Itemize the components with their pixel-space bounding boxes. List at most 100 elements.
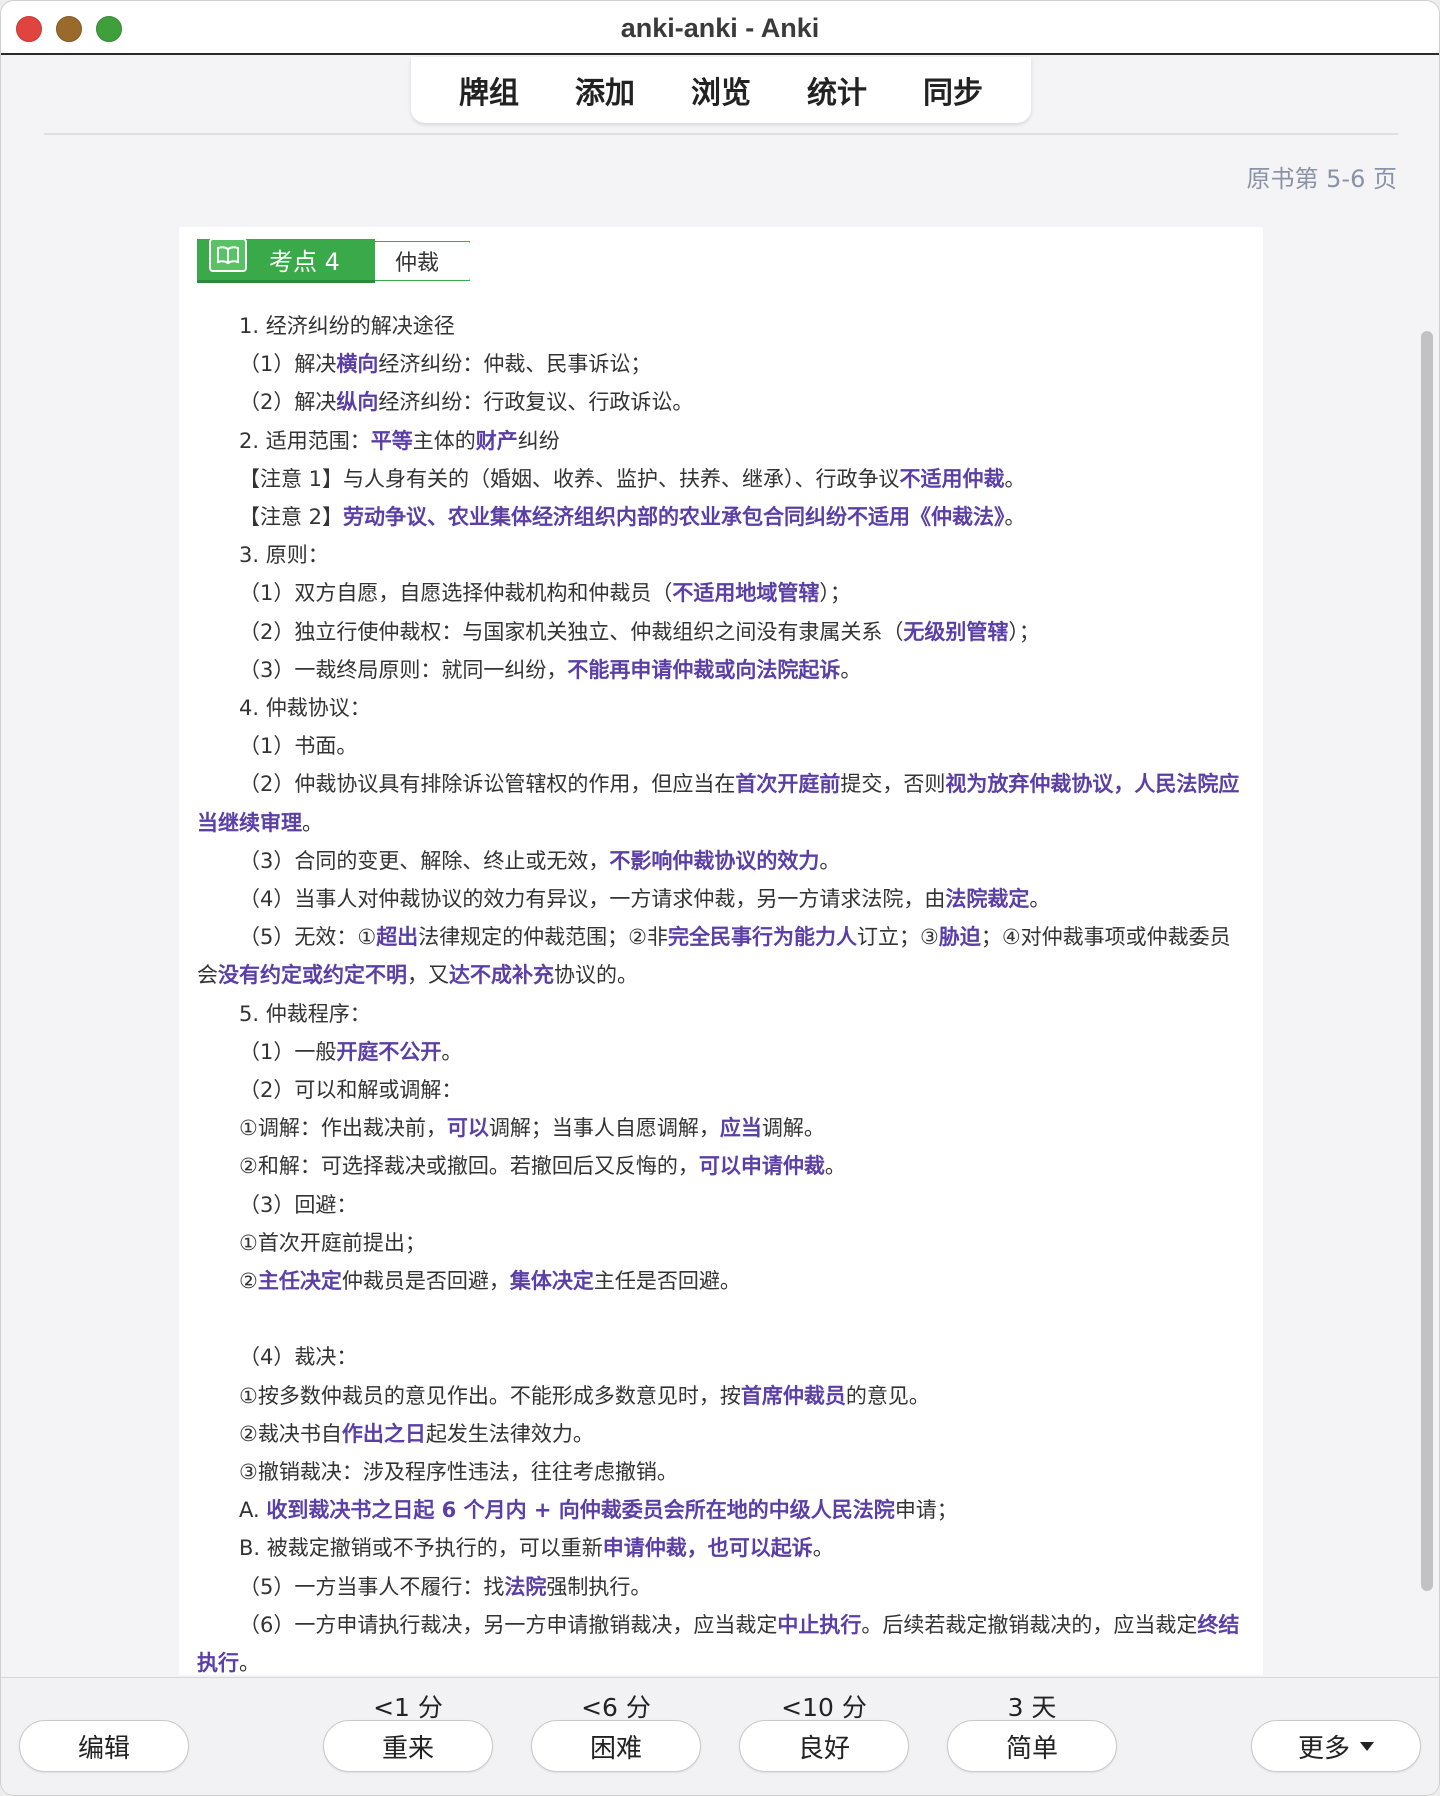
highlight-text: 可以申请仲裁 <box>698 1154 825 1179</box>
highlight-text: 首次开庭前 <box>735 772 841 797</box>
card-line: 5. 仲裁程序： <box>197 995 1249 1033</box>
toolbar-add[interactable]: 添加 <box>575 68 635 112</box>
card-line: ①首次开庭前提出； <box>197 1224 1249 1262</box>
highlight-text: 申请仲裁，也可以起诉 <box>602 1536 813 1561</box>
highlight-text: 胁迫 <box>938 925 981 950</box>
line-text: 2. 适用范围： <box>239 428 371 453</box>
line-text: 经济纠纷：行政复议、行政诉讼。 <box>378 390 694 415</box>
line-text: 。 <box>840 657 862 682</box>
line-text: （5）一方当事人不履行：找 <box>239 1574 505 1599</box>
line-text: （2）仲裁协议具有排除诉讼管辖权的作用，但应当在 <box>239 772 736 797</box>
line-text: （2）可以和解或调解： <box>239 1078 463 1103</box>
line-text: 仲裁员是否回避， <box>341 1269 510 1294</box>
easy-button[interactable]: 简单 <box>947 1720 1117 1772</box>
card-line: （4）裁决： <box>197 1338 1249 1376</box>
line-text: 。 <box>824 1154 846 1179</box>
card-line <box>197 1300 1249 1338</box>
card-line: 【注意 2】劳动争议、农业集体经济组织内部的农业承包合同纠纷不适用《仲裁法》。 <box>197 498 1249 536</box>
highlight-text: 收到裁决书之日起 6 个月内 + 向仲裁委员会所在地的中级人民法院 <box>266 1498 895 1523</box>
card-line: （2）独立行使仲裁权：与国家机关独立、仲裁组织之间没有隶属关系（无级别管辖）； <box>197 613 1249 651</box>
page-reference: 原书第 5-6 页 <box>1246 165 1397 193</box>
badge-topic: 仲裁 <box>375 241 471 281</box>
line-text: ①调解：作出裁决前， <box>239 1116 447 1141</box>
answer-bar: 编辑 <1 分 重来 <6 分 困难 <10 分 良好 3 天 简单 更多 <box>1 1677 1439 1795</box>
highlight-text: 没有约定或约定不明 <box>218 963 407 988</box>
highlight-text: 完全民事行为能力人 <box>668 925 858 950</box>
highlight-text: 作出之日 <box>341 1421 426 1446</box>
card-line: （2）可以和解或调解： <box>197 1071 1249 1109</box>
hard-button[interactable]: 困难 <box>531 1720 701 1772</box>
line-text: （1）一般 <box>239 1039 337 1064</box>
again-button[interactable]: 重来 <box>323 1720 493 1772</box>
highlight-text: 可以 <box>446 1116 489 1141</box>
highlight-text: 首席仲裁员 <box>740 1383 846 1408</box>
card-line: ③撤销裁决：涉及程序性违法，往往考虑撤销。 <box>197 1453 1249 1491</box>
card-line: ②和解：可选择裁决或撤回。若撤回后又反悔的，可以申请仲裁。 <box>197 1147 1249 1185</box>
card-line: 【注意 1】与人身有关的（婚姻、收养、监护、扶养、继承）、行政争议不适用仲裁。 <box>197 460 1249 498</box>
topic-badge: 考点 4 仲裁 <box>197 237 471 283</box>
line-text: ②和解：可选择裁决或撤回。若撤回后又反悔的， <box>239 1154 699 1179</box>
card-line: ②主任决定仲裁员是否回避，集体决定主任是否回避。 <box>197 1262 1249 1300</box>
card-line: （2）仲裁协议具有排除诉讼管辖权的作用，但应当在首次开庭前提交，否则视为放弃仲裁… <box>197 765 1249 841</box>
line-text: 【注意 2】 <box>239 505 344 530</box>
line-text: ）； <box>819 581 851 606</box>
highlight-text: 纵向 <box>336 390 379 415</box>
title-bar: anki-anki - Anki <box>1 1 1439 55</box>
highlight-text: 达不成补充 <box>449 963 554 988</box>
line-text: 。 <box>1004 505 1026 530</box>
highlight-text: 财产 <box>475 428 518 453</box>
line-text: ③撤销裁决：涉及程序性违法，往往考虑撤销。 <box>239 1460 678 1485</box>
line-text: （4）裁决： <box>239 1345 358 1370</box>
line-text: 申请； <box>894 1498 958 1523</box>
card-line: （1）书面。 <box>197 727 1249 765</box>
line-text: 的意见。 <box>845 1383 930 1408</box>
line-text: 。 <box>441 1039 463 1064</box>
highlight-text: 不影响仲裁协议的效力 <box>609 848 820 873</box>
open-book-icon <box>209 237 247 272</box>
card-line: （3）回避： <box>197 1186 1249 1224</box>
highlight-text: 中止执行 <box>777 1612 862 1637</box>
card-line: （1）双方自愿，自愿选择仲裁机构和仲裁员（不适用地域管辖）； <box>197 574 1249 612</box>
line-text: 纠纷 <box>517 428 560 453</box>
easy-interval: 3 天 <box>1007 1693 1057 1722</box>
line-text: （1）双方自愿，自愿选择仲裁机构和仲裁员（ <box>239 581 673 606</box>
good-interval: <10 分 <box>781 1693 867 1722</box>
line-text: 1. 经济纠纷的解决途径 <box>239 314 455 338</box>
line-text: ①首次开庭前提出； <box>239 1230 426 1255</box>
line-text: 主体的 <box>412 428 476 453</box>
card-line: ①调解：作出裁决前，可以调解；当事人自愿调解，应当调解。 <box>197 1109 1249 1147</box>
line-text: 。 <box>239 1651 260 1675</box>
toolbar-sync[interactable]: 同步 <box>923 68 983 112</box>
line-text: （2）独立行使仲裁权：与国家机关独立、仲裁组织之间没有隶属关系（ <box>239 619 904 644</box>
line-text: （4）当事人对仲裁协议的效力有异议，一方请求仲裁，另一方请求法院，由 <box>239 887 946 912</box>
card-line: （1）一般开庭不公开。 <box>197 1033 1249 1071</box>
line-text: （1）解决 <box>239 352 337 377</box>
line-text: （2）解决 <box>239 390 337 415</box>
card-line: （2）解决纵向经济纠纷：行政复议、行政诉讼。 <box>197 383 1249 421</box>
line-text: 4. 仲裁协议： <box>239 696 371 721</box>
edit-button[interactable]: 编辑 <box>19 1720 189 1772</box>
toolbar-browse[interactable]: 浏览 <box>691 68 751 112</box>
card-line: （5）无效：①超出法律规定的仲裁范围；②非完全民事行为能力人订立；③胁迫；④对仲… <box>197 918 1249 994</box>
badge-label: 考点 4 <box>269 248 340 276</box>
line-text: （3）回避： <box>239 1192 358 1217</box>
toolbar-stats[interactable]: 统计 <box>807 68 867 112</box>
vertical-scrollbar[interactable] <box>1421 331 1433 1591</box>
card-line: A. 收到裁决书之日起 6 个月内 + 向仲裁委员会所在地的中级人民法院申请； <box>197 1491 1249 1529</box>
card-line: （6）一方申请执行裁决，另一方申请撤销裁决，应当裁定中止执行。后续若裁定撤销裁决… <box>197 1606 1249 1675</box>
line-text: 【注意 1】与人身有关的（婚姻、收养、监护、扶养、继承）、行政争议 <box>239 466 900 491</box>
card-line: （3）合同的变更、解除、终止或无效，不影响仲裁协议的效力。 <box>197 842 1249 880</box>
line-text: 。 <box>812 1536 834 1561</box>
line-text: ）； <box>1008 619 1040 644</box>
line-text: 调解。 <box>761 1116 825 1141</box>
good-button[interactable]: 良好 <box>739 1720 909 1772</box>
line-text: 协议的。 <box>554 963 638 988</box>
line-text: ，又 <box>407 963 449 988</box>
line-text: 经济纠纷：仲裁、民事诉讼； <box>378 352 652 377</box>
toolbar-divider <box>44 133 1398 135</box>
line-text: （1）书面。 <box>239 734 358 759</box>
line-text: 调解；当事人自愿调解， <box>488 1116 720 1141</box>
line-text: 3. 原则： <box>239 543 329 568</box>
toolbar-decks[interactable]: 牌组 <box>459 68 519 112</box>
more-button[interactable]: 更多 <box>1251 1720 1421 1772</box>
